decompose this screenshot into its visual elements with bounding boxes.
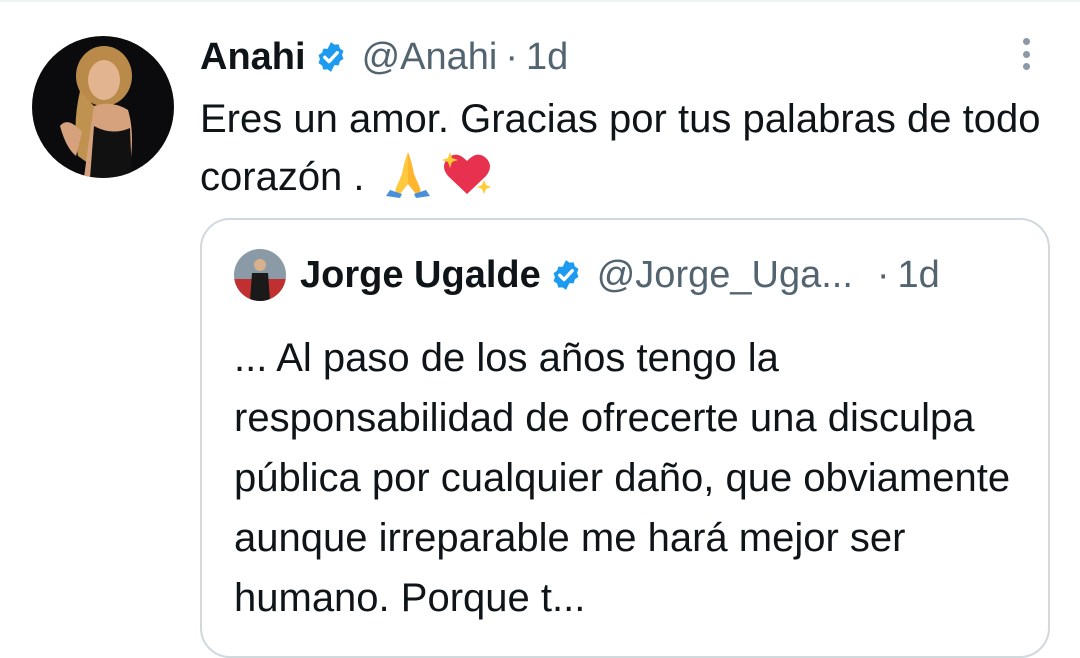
folded-hands-icon [382, 148, 434, 214]
top-divider [0, 0, 1080, 2]
separator-dot: · [505, 35, 518, 78]
author-avatar[interactable] [32, 36, 174, 178]
quoted-tweet-timestamp: 1d [897, 253, 940, 296]
tweet-text: Eres un amor. Gracias por tus palabras d… [200, 90, 1060, 214]
more-options-icon[interactable] [1008, 34, 1044, 74]
separator-dot: · [876, 253, 890, 296]
tweet-timestamp[interactable]: 1d [526, 36, 568, 79]
verified-badge-icon [549, 258, 583, 292]
author-handle[interactable]: @Anahi [362, 36, 498, 79]
quoted-author-avatar [234, 249, 286, 301]
quoted-tweet-text: ... Al paso de los años tengo la respons… [234, 336, 1011, 620]
quoted-tweet-header: Jorge Ugalde @Jorge_Uga... · 1d [234, 246, 940, 304]
sparkling-heart-icon [440, 148, 494, 214]
quoted-author-handle: @Jorge_Uga... [596, 253, 853, 296]
tweet-text-body: Eres un amor. Gracias por tus palabras d… [200, 97, 1041, 199]
quoted-author-name: Jorge Ugalde [300, 253, 541, 296]
author-name[interactable]: Anahi [200, 36, 306, 79]
tweet-header: Anahi @Anahi · 1d [200, 30, 568, 84]
quoted-tweet-card[interactable]: Jorge Ugalde @Jorge_Uga... · 1d ... Al p… [200, 218, 1050, 658]
verified-badge-icon [314, 40, 348, 74]
